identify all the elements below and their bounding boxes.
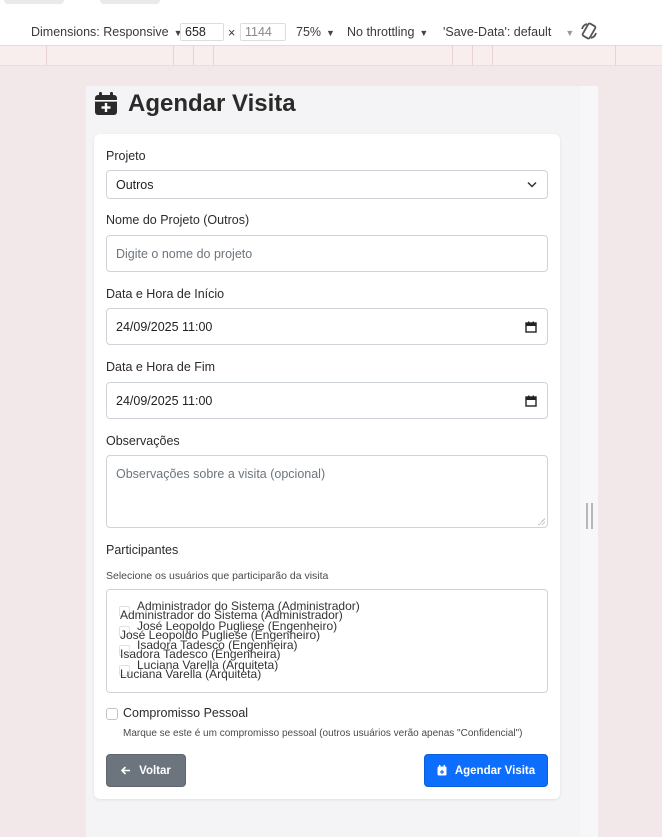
participant-label-overlay: Isadora Tadesco (Engenheira) [137,638,298,652]
throttling-dropdown[interactable]: No throttling ▼ [347,25,428,39]
participants-help: Selecione os usuários que participarão d… [106,570,329,582]
back-button-label: Voltar [139,764,171,777]
rotate-icon[interactable] [579,21,599,44]
arrow-left-icon [121,766,131,775]
start-datetime-input[interactable]: 24/09/2025 11:00 [106,308,548,345]
resize-handle[interactable] [586,503,593,529]
project-name-label: Nome do Projeto (Outros) [106,213,250,227]
scrollbar[interactable] [580,86,598,837]
participant-label-overlay: Administrador do Sistema (Administrador) [137,599,360,613]
end-datetime-label: Data e Hora de Fim [106,360,216,374]
height-input[interactable]: 1144 [240,23,286,41]
ruler-tick [46,46,47,65]
ruler-tick [472,46,473,65]
page-header: Agendar Visita [94,88,296,120]
dimensions-dropdown[interactable]: Dimensions: Responsive ▼ [31,25,182,39]
save-data-dropdown[interactable]: 'Save-Data': default ▼ [443,25,574,39]
calendar-plus-icon [437,765,447,776]
ruler-tick [452,46,453,65]
zoom-label: 75% [296,25,322,39]
project-select[interactable]: Outros [106,170,548,199]
participant-item[interactable]: José Leopoldo Pugliese (Engenheiro) José… [107,619,547,642]
back-button[interactable]: Voltar [106,754,186,787]
throttling-label: No throttling [347,25,415,39]
ruler [0,46,662,66]
chevron-down-icon: ▼ [419,28,429,38]
project-label: Projeto [106,149,146,163]
start-datetime-value: 24/09/2025 11:00 [116,319,213,334]
participant-item[interactable]: Luciana Varella (Arquiteta) Luciana Vare… [107,658,547,681]
chevron-down-icon [527,181,537,188]
personal-commitment-help: Marque se este é um compromisso pessoal … [123,728,523,739]
project-name-input[interactable]: Digite o nome do projeto [106,235,548,272]
personal-commitment-label: Compromisso Pessoal [123,706,249,720]
notes-textarea[interactable]: Observações sobre a visita (opcional) [106,455,548,528]
device-toolbar: Dimensions: Responsive ▼ 658 × 1144 75% ▼ … [0,18,662,46]
browser-top-strip [0,0,662,18]
tab-fragment [4,0,64,4]
schedule-visit-label: Agendar Visita [454,764,536,777]
chevron-down-icon: ▼ [326,28,335,38]
resize-grip[interactable] [538,518,545,525]
participant-item[interactable]: Isadora Tadesco (Engenheira) Isadora Tad… [107,638,547,661]
width-input[interactable]: 658 [180,23,224,41]
ruler-tick [173,46,174,65]
notes-placeholder: Observações sobre a visita (opcional) [116,467,326,481]
notes-label: Observações [106,434,180,448]
calendar-plus-icon [95,92,117,115]
participant-item[interactable]: Administrador do Sistema (Administrador)… [107,599,547,622]
participants-list: Administrador do Sistema (Administrador)… [106,589,548,693]
project-select-value: Outros [116,177,154,192]
viewport-margin [598,86,662,837]
calendar-icon[interactable] [525,395,537,407]
dimensions-label: Dimensions: Responsive [31,25,169,39]
end-datetime-input[interactable]: 24/09/2025 11:00 [106,382,548,419]
times-sign: × [228,26,236,40]
page-title: Agendar Visita [128,90,296,117]
chevron-down-icon: ▼ [565,28,575,38]
tab-fragment [100,0,160,4]
ruler-tick [193,46,194,65]
end-datetime-value: 24/09/2025 11:00 [116,393,213,408]
participants-label: Participantes [106,543,179,557]
schedule-visit-button[interactable]: Agendar Visita [424,754,548,787]
participant-label-overlay: José Leopoldo Pugliese (Engenheiro) [137,619,338,633]
start-datetime-label: Data e Hora de Início [106,287,225,301]
calendar-icon[interactable] [525,321,537,333]
personal-commitment-checkbox[interactable] [106,708,118,720]
ruler-tick [213,46,214,65]
ruler-tick [492,46,493,65]
participant-label-overlay: Luciana Varella (Arquiteta) [137,658,279,672]
project-name-placeholder: Digite o nome do projeto [116,246,253,261]
save-data-label: 'Save-Data': default [443,25,552,39]
zoom-dropdown[interactable]: 75% ▼ [296,25,335,39]
ruler-tick [615,46,616,65]
